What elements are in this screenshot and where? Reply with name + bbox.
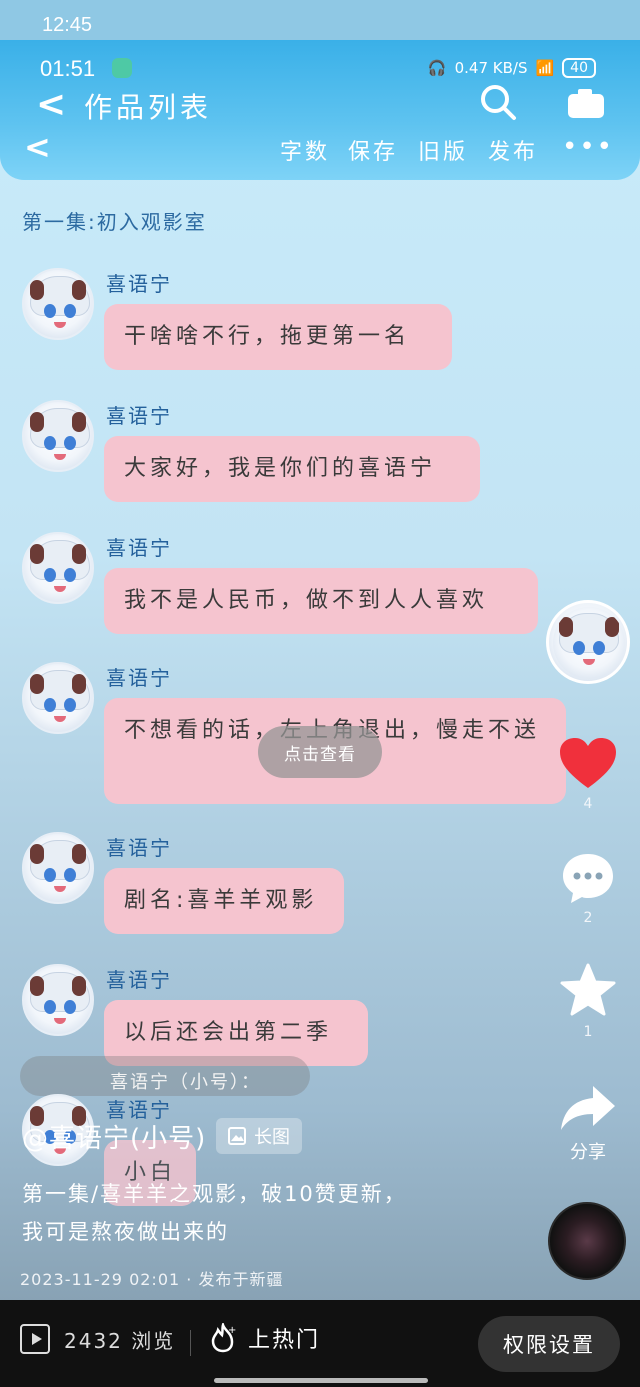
promote-label: 上热门: [248, 1328, 321, 1353]
camera-icon[interactable]: [566, 86, 606, 120]
like-count: 4: [583, 796, 593, 812]
tap-to-view-toast[interactable]: 点击查看: [258, 726, 382, 778]
favorite-action[interactable]: 1: [540, 962, 636, 1040]
post-meta: 2023-11-29 02:01 · 发布于新疆: [20, 1270, 284, 1289]
outer-status-time: 12:45: [42, 14, 93, 36]
author-handle[interactable]: @喜语宁(小号): [22, 1118, 206, 1155]
like-action[interactable]: 4: [540, 736, 636, 812]
editor-toolbar: < 字数 保存 旧版 发布 •••: [0, 128, 640, 168]
inner-status-time: 01:51: [40, 56, 96, 81]
message-bubble[interactable]: 剧名:喜羊羊观影: [104, 868, 344, 934]
permission-settings-button[interactable]: 权限设置: [478, 1316, 620, 1372]
save-button[interactable]: 保存: [348, 134, 398, 166]
favorite-count: 1: [583, 1024, 593, 1040]
share-icon[interactable]: [559, 1082, 617, 1134]
share-label: 分享: [570, 1142, 606, 1163]
avatar: [553, 607, 625, 679]
share-action[interactable]: 分享: [540, 1082, 636, 1164]
sender-name: 喜语宁: [106, 404, 172, 428]
sender-name: 喜语宁: [106, 836, 172, 860]
episode-title: 第一集:初入观影室: [22, 210, 207, 234]
message-bubble[interactable]: 我不是人民币，做不到人人喜欢: [104, 568, 538, 634]
word-count-button[interactable]: 字数: [280, 134, 330, 166]
sender-name: 喜语宁: [106, 666, 172, 690]
avatar[interactable]: [22, 268, 94, 340]
outer-status-bar: 12:45: [0, 0, 640, 40]
avatar[interactable]: [22, 400, 94, 472]
play-icon: [20, 1324, 50, 1354]
tag-label: 长图: [254, 1127, 290, 1148]
post-description-line1: 第一集/喜羊羊之观影，破10赞更新，: [22, 1182, 407, 1206]
comment-icon[interactable]: [560, 850, 616, 906]
sender-name: 喜语宁: [106, 272, 172, 296]
more-icon[interactable]: •••: [562, 132, 614, 162]
promote-button[interactable]: + 上热门: [210, 1322, 320, 1354]
avatar[interactable]: [22, 964, 94, 1036]
search-icon[interactable]: [478, 82, 518, 122]
home-indicator: [214, 1378, 428, 1383]
old-version-button[interactable]: 旧版: [418, 134, 468, 166]
headphones-icon: 🎧: [427, 59, 447, 77]
editor-back-icon[interactable]: <: [24, 128, 51, 166]
heart-icon[interactable]: [558, 736, 618, 792]
status-icons: 🎧 0.47 KB/S 📶 40: [428, 58, 596, 78]
star-icon[interactable]: [559, 962, 617, 1020]
back-arrow-icon[interactable]: <: [36, 84, 66, 125]
views-info: 2432 浏览: [20, 1324, 175, 1354]
image-icon: [228, 1127, 246, 1145]
post-description-line2: 我可是熬夜做出来的: [22, 1220, 229, 1244]
network-speed: 0.47 KB/S: [454, 59, 528, 77]
svg-text:+: +: [228, 1325, 238, 1336]
message-bubble[interactable]: 干啥啥不行，拖更第一名: [104, 304, 452, 370]
page-title: 作品列表: [84, 91, 213, 124]
bottom-bar: 2432 浏览 + 上热门 权限设置: [0, 1300, 640, 1387]
sender-name: 喜语宁: [106, 968, 172, 992]
comment-count: 2: [583, 910, 593, 926]
sender-name: 喜语宁: [106, 536, 172, 560]
avatar[interactable]: [22, 662, 94, 734]
view-count: 2432 浏览: [64, 1328, 176, 1353]
long-image-tag[interactable]: 长图: [216, 1118, 302, 1154]
avatar[interactable]: [22, 532, 94, 604]
title-row: < 作品列表: [0, 80, 640, 130]
divider: [190, 1330, 191, 1356]
battery-indicator: 40: [562, 58, 596, 78]
app-header: 01:51 🎧 0.47 KB/S 📶 40 < 作品列表 < 字数 保存 旧版…: [0, 40, 640, 180]
message-bubble[interactable]: 大家好，我是你们的喜语宁: [104, 436, 480, 502]
avatar[interactable]: [22, 832, 94, 904]
flame-icon: +: [211, 1323, 238, 1353]
creator-avatar[interactable]: [546, 600, 630, 684]
publish-button[interactable]: 发布: [488, 134, 538, 166]
music-disc-icon[interactable]: [548, 1202, 626, 1280]
wifi-icon: 📶: [535, 59, 555, 77]
comment-action[interactable]: 2: [540, 850, 636, 926]
ghost-comment-author: 喜语宁（小号）：: [110, 1072, 261, 1093]
chat-notification-icon: [112, 58, 132, 78]
